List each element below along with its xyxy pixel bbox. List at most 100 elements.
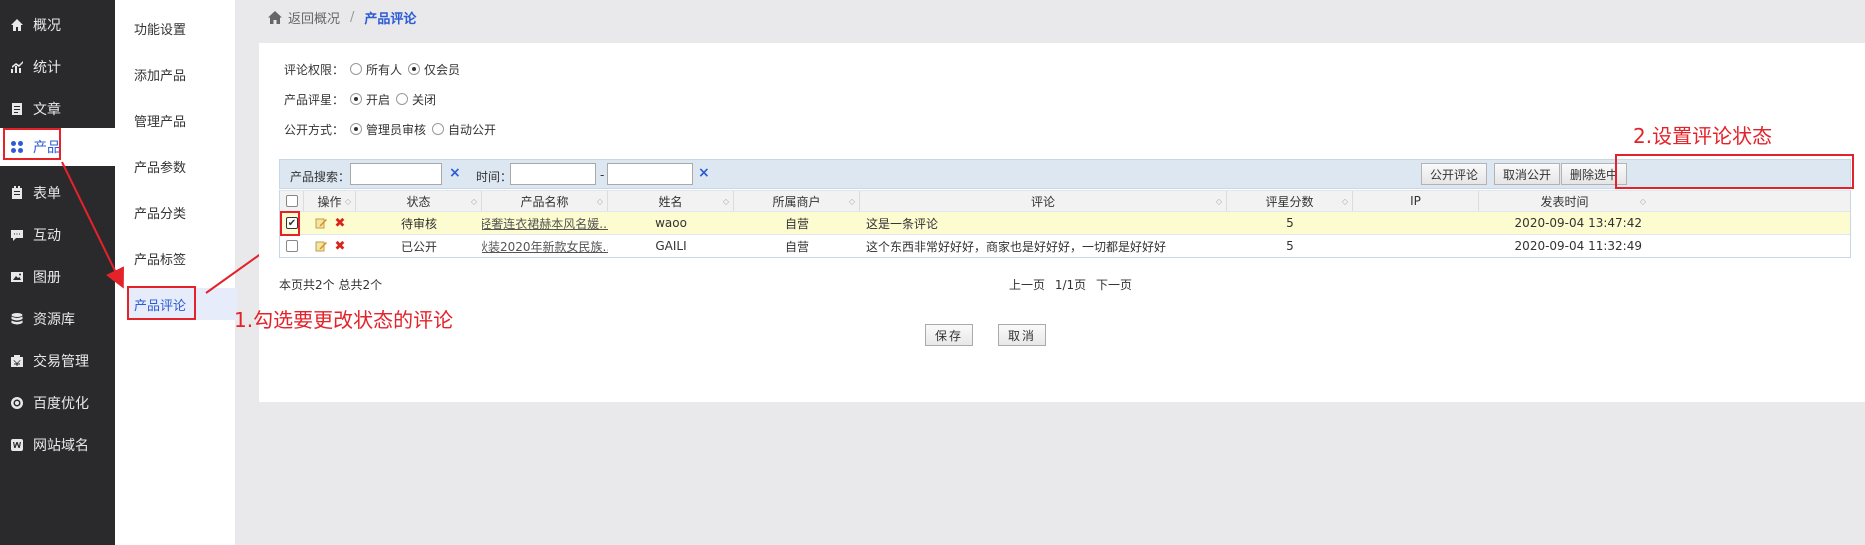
- column-header-status[interactable]: 状态 ◇: [356, 191, 482, 211]
- row-ip: [1353, 235, 1479, 257]
- setting-publish: 公开方式： 管理员审核 自动公开: [284, 120, 496, 138]
- column-header-ip[interactable]: IP: [1353, 191, 1479, 211]
- radio-members-only[interactable]: 仅会员: [408, 61, 460, 78]
- time-dash: -: [600, 168, 605, 182]
- column-header-label: 产品名称: [520, 194, 569, 209]
- setting-label: 公开方式：: [284, 122, 345, 137]
- radio-dot: [396, 93, 409, 105]
- row-name: waoo: [655, 216, 687, 230]
- main-panel: 评论权限： 所有人 仅会员 产品评星： 开启 关闭 公开方式： 管理员审核 自动…: [259, 43, 1865, 402]
- setting-permission: 评论权限： 所有人 仅会员: [284, 60, 460, 78]
- radio-label: 仅会员: [424, 62, 461, 77]
- sort-icon: ◇: [1639, 196, 1646, 206]
- sort-icon: ◇: [722, 196, 729, 206]
- column-header-label: 评星分数: [1265, 194, 1314, 209]
- radio-rating-on[interactable]: 开启: [350, 91, 390, 108]
- sort-icon: ◇: [848, 196, 855, 206]
- time-label: 时间：: [476, 170, 513, 184]
- row-score: 5: [1286, 239, 1294, 253]
- time-to-input[interactable]: [607, 163, 693, 185]
- radio-dot: [350, 123, 363, 135]
- page-indicator: 1/1页: [1054, 278, 1087, 292]
- time-from-input[interactable]: [510, 163, 596, 185]
- setting-label: 产品评星：: [284, 92, 345, 107]
- column-header-label: 评论: [1030, 194, 1055, 209]
- sort-icon: ◇: [1341, 196, 1348, 206]
- cancel-button[interactable]: 取消: [998, 324, 1047, 346]
- setting-label: 评论权限：: [284, 62, 345, 77]
- publish-comment-button[interactable]: 公开评论: [1421, 163, 1488, 185]
- row-product-link[interactable]: 秋装2020年新款女民族...: [482, 235, 608, 257]
- clear-search-icon[interactable]: ×: [449, 165, 461, 181]
- breadcrumb-separator: /: [350, 9, 355, 25]
- radio-dot: [350, 63, 363, 75]
- product-search-input[interactable]: [350, 163, 442, 185]
- comments-table: 操作 ◇ 状态 ◇ 产品名称 ◇ 姓名 ◇ 所属商户 ◇ 评论 ◇ 评星分数 ◇ IP 发表时…: [279, 190, 1851, 258]
- column-header-time[interactable]: 发表时间 ◇: [1479, 191, 1650, 211]
- next-page-link[interactable]: 下一页: [1096, 278, 1132, 292]
- annotation-step1: 1.勾选要更改状态的评论: [234, 308, 454, 332]
- button-label: 取消公开: [1503, 167, 1552, 182]
- radio-label: 管理员审核: [366, 122, 427, 137]
- delete-icon[interactable]: ✖: [335, 216, 346, 231]
- radio-dot: [432, 123, 445, 135]
- radio-label: 关闭: [412, 92, 437, 107]
- arrow-to-reviews-menu: [61, 161, 124, 289]
- setting-rating: 产品评星： 开启 关闭: [284, 90, 436, 108]
- column-header-label: 状态: [406, 194, 431, 209]
- breadcrumb-back-link[interactable]: 返回概况: [288, 8, 340, 27]
- breadcrumb-current: 产品评论: [364, 11, 417, 27]
- row-product-link[interactable]: 轻奢连衣裙赫本风名媛...: [482, 212, 608, 234]
- radio-label: 开启: [366, 92, 391, 107]
- radio-dot: [350, 93, 363, 105]
- radio-admin-review[interactable]: 管理员审核: [350, 121, 426, 138]
- edit-icon[interactable]: [315, 240, 327, 252]
- row-time: 2020-09-04 11:32:49: [1514, 239, 1642, 253]
- column-header-comment[interactable]: 评论 ◇: [860, 191, 1227, 211]
- prev-page-link[interactable]: 上一页: [1009, 278, 1045, 292]
- row-checkbox[interactable]: [286, 240, 298, 252]
- radio-label: 自动公开: [448, 122, 497, 137]
- table-row[interactable]: ✔ ✖ 待审核 轻奢连衣裙赫本风名媛... waoo 自营 这是一条评论 5 2…: [280, 211, 1850, 234]
- sort-icon: ◇: [596, 196, 603, 206]
- column-header-actions[interactable]: 操作 ◇: [304, 191, 356, 211]
- row-comment: 这个东西非常好好好，商家也是好好好，一切都是好好好: [866, 239, 1167, 254]
- table-header: 操作 ◇ 状态 ◇ 产品名称 ◇ 姓名 ◇ 所属商户 ◇ 评论 ◇ 评星分数 ◇ IP 发表时…: [280, 190, 1850, 211]
- radio-dot: [408, 63, 421, 75]
- select-all-cell: [280, 191, 304, 211]
- delete-icon[interactable]: ✖: [335, 239, 346, 254]
- column-header-label: IP: [1410, 194, 1421, 208]
- column-header-merchant[interactable]: 所属商户 ◇: [734, 191, 860, 211]
- button-label: 取消: [1008, 328, 1037, 343]
- radio-all-users[interactable]: 所有人: [350, 61, 402, 78]
- column-header-name[interactable]: 姓名 ◇: [608, 191, 734, 211]
- row-merchant: 自营: [784, 239, 809, 254]
- unpublish-comment-button[interactable]: 取消公开: [1494, 163, 1561, 185]
- radio-auto-publish[interactable]: 自动公开: [432, 121, 496, 138]
- radio-label: 所有人: [366, 62, 403, 77]
- home-icon[interactable]: [268, 10, 282, 24]
- button-label: 公开评论: [1430, 167, 1479, 182]
- row-comment: 这是一条评论: [866, 216, 939, 231]
- row-actions: ✖: [304, 212, 356, 234]
- row-score: 5: [1286, 216, 1294, 230]
- column-header-label: 姓名: [658, 194, 683, 209]
- button-label: 删除选中: [1570, 167, 1619, 182]
- column-header-score[interactable]: 评星分数 ◇: [1227, 191, 1353, 211]
- row-name: GAILI: [655, 239, 687, 253]
- save-button[interactable]: 保存: [925, 324, 974, 346]
- clear-time-icon[interactable]: ×: [698, 165, 710, 181]
- table-row[interactable]: ✖ 已公开 秋装2020年新款女民族... GAILI 自营 这个东西非常好好好…: [280, 234, 1850, 257]
- annotation-box-status-buttons: [1615, 154, 1854, 189]
- column-header-product[interactable]: 产品名称 ◇: [482, 191, 608, 211]
- edit-icon[interactable]: [315, 217, 327, 229]
- page-summary: 本页共2个 总共2个: [279, 278, 383, 292]
- row-actions: ✖: [304, 235, 356, 257]
- row-status: 待审核: [400, 216, 437, 231]
- row-ip: [1353, 212, 1479, 234]
- select-all-checkbox[interactable]: [285, 195, 298, 207]
- radio-rating-off[interactable]: 关闭: [396, 91, 436, 108]
- column-header-label: 操作: [317, 194, 342, 209]
- sort-icon: ◇: [470, 196, 477, 206]
- row-status: 已公开: [400, 239, 437, 254]
